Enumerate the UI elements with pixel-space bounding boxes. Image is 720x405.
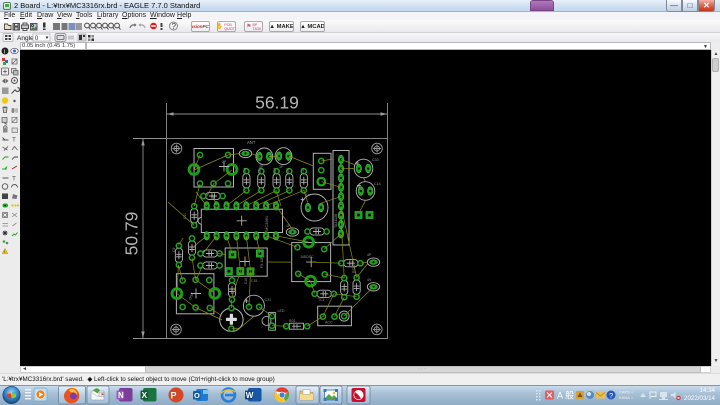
svg-text:C18: C18 (301, 168, 305, 174)
svg-text:56.19: 56.19 (255, 93, 299, 113)
svg-text:R01: R01 (289, 319, 296, 323)
svg-text:CAPS ○: CAPS ○ (619, 390, 634, 395)
svg-text:TA31136: TA31136 (334, 214, 338, 228)
svg-text:3P: 3P (279, 165, 284, 169)
svg-text:C15: C15 (251, 279, 257, 283)
svg-text:i: i (4, 50, 5, 56)
svg-text:2P: 2P (222, 160, 227, 164)
svg-text:C22: C22 (273, 168, 277, 174)
svg-text:F9.10P: F9.10P (260, 256, 264, 268)
svg-text:O: O (194, 391, 200, 400)
svg-text:!: ! (4, 249, 5, 254)
svg-text:C14: C14 (374, 182, 381, 186)
svg-text:C20: C20 (286, 168, 290, 174)
svg-text:P: P (171, 391, 177, 401)
svg-text:TC1: TC1 (318, 298, 325, 302)
svg-text:KANA ○: KANA ○ (619, 395, 634, 400)
svg-text:50.79: 50.79 (122, 212, 142, 256)
svg-text:T: T (12, 137, 16, 144)
svg-text:LED: LED (278, 309, 285, 313)
svg-text:C16: C16 (244, 278, 248, 284)
svg-text:J45OSC: J45OSC (300, 255, 314, 259)
svg-text:C9: C9 (172, 248, 176, 252)
svg-text:X: X (142, 390, 148, 400)
svg-text:T: T (12, 176, 16, 183)
svg-text:C33: C33 (372, 158, 379, 162)
svg-text:N: N (118, 391, 124, 400)
svg-text:A: A (557, 391, 563, 401)
svg-text:?: ? (172, 22, 177, 31)
svg-text:C31: C31 (265, 298, 272, 302)
svg-text:C24: C24 (243, 168, 247, 174)
svg-text:4P: 4P (367, 253, 372, 257)
svg-text:MC3361: MC3361 (264, 215, 269, 231)
svg-text:ACC: ACC (325, 321, 333, 325)
svg-text:般: 般 (565, 390, 574, 401)
svg-text:ANT: ANT (247, 140, 256, 145)
svg-text:?: ? (609, 391, 613, 400)
svg-text:W: W (246, 391, 254, 400)
svg-text:C21: C21 (258, 168, 262, 174)
svg-text:4V: 4V (367, 278, 372, 282)
